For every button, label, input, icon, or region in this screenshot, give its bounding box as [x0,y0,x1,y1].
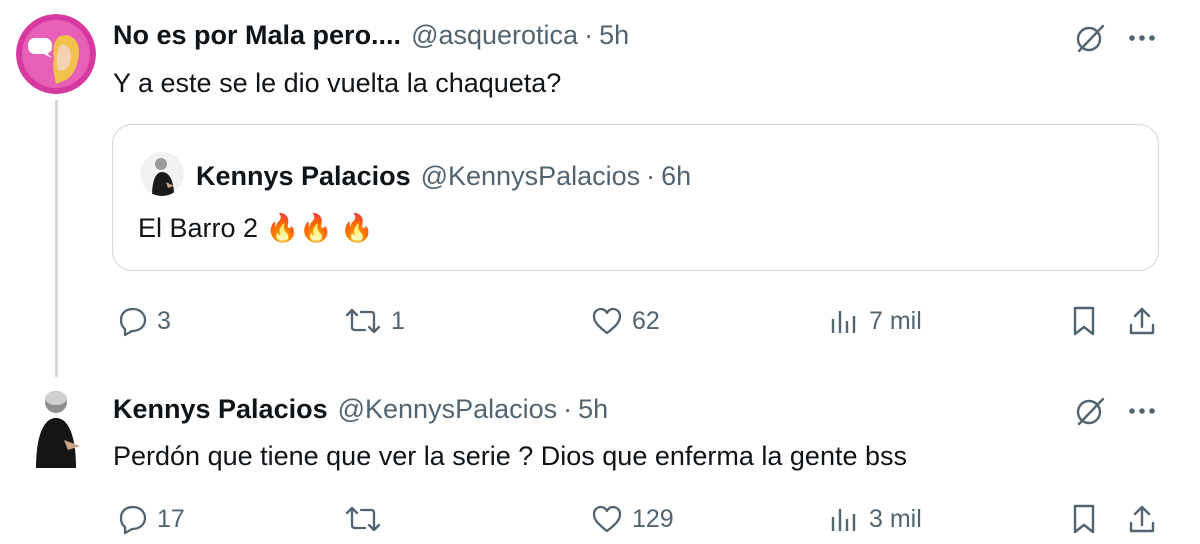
separator-dot: · [646,161,656,191]
repost-icon [345,308,381,334]
like-count: 129 [632,504,674,533]
timestamp[interactable]: 5h [599,20,629,51]
share-icon[interactable] [1124,303,1160,339]
repost-button[interactable] [343,503,391,535]
repost-icon [345,506,381,532]
quote-text: El Barro 2 🔥🔥 🔥 [138,212,374,244]
views-icon [831,509,856,531]
fire-emoji: 🔥🔥 🔥 [265,213,374,243]
quote-timestamp[interactable]: 6h [661,161,691,192]
share-icon[interactable] [1124,501,1160,537]
views-button[interactable]: 7 mil [827,305,922,337]
avatar-kennys[interactable] [20,388,92,468]
tweet2-header: Kennys Palacios @KennysPalacios · 5h [113,394,608,425]
quote-text-content: El Barro 2 [138,213,259,243]
author-handle[interactable]: @KennysPalacios [338,394,558,425]
timestamp[interactable]: 5h [578,394,608,425]
separator-dot: · [584,20,594,50]
repost-count: 1 [391,306,405,335]
views-count: 3 mil [869,504,922,533]
author-handle[interactable]: @asquerotica [411,20,578,51]
avatar-kennys-small [140,152,184,196]
views-count: 7 mil [869,306,922,335]
tweet-text: Y a este se le dio vuelta la chaqueta? [113,68,562,98]
author-name[interactable]: Kennys Palacios [113,394,328,425]
views-button[interactable]: 3 mil [827,503,922,535]
thread-connector [55,100,58,377]
like-button[interactable]: 129 [590,503,674,535]
tweet-text: Perdón que tiene que ver la serie ? Dios… [113,441,907,471]
reply-count: 17 [157,504,185,533]
more-icon[interactable] [1122,18,1162,58]
separator-dot: · [563,394,573,424]
reply-button[interactable]: 17 [115,503,185,535]
views-icon [831,311,856,333]
tweet1-header: No es por Mala pero.... @asquerotica · 5… [113,20,629,51]
like-icon [592,505,622,533]
reply-count: 3 [157,306,171,335]
like-button[interactable]: 62 [590,305,660,337]
quote-header: Kennys Palacios @KennysPalacios · 6h [196,161,691,192]
grok-icon[interactable] [1070,391,1110,431]
grok-icon[interactable] [1070,18,1110,58]
quote-author-handle[interactable]: @KennysPalacios [421,161,641,192]
quote-author-name[interactable]: Kennys Palacios [196,161,411,192]
repost-button[interactable]: 1 [343,305,405,337]
avatar-asquerotica[interactable] [16,14,96,94]
reply-icon [119,505,147,535]
reply-icon [119,307,147,337]
like-count: 62 [632,306,660,335]
bookmark-icon[interactable] [1066,303,1102,339]
quoted-tweet[interactable] [112,124,1159,271]
bookmark-icon[interactable] [1066,501,1102,537]
reply-button[interactable]: 3 [115,305,171,337]
more-icon[interactable] [1122,391,1162,431]
author-name[interactable]: No es por Mala pero.... [113,20,401,51]
like-icon [592,307,622,335]
